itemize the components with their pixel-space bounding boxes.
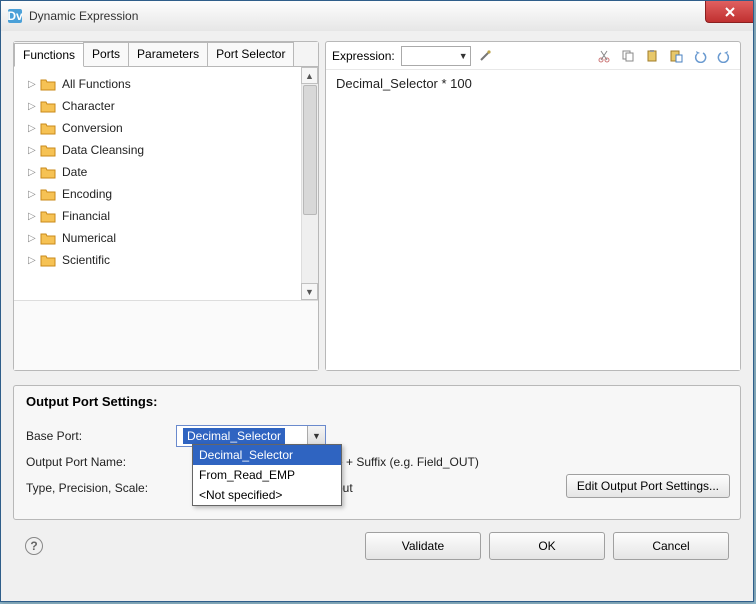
tree-item[interactable]: ▷Scientific: [18, 249, 297, 271]
tree-item[interactable]: ▷Character: [18, 95, 297, 117]
scroll-up-icon[interactable]: ▲: [301, 67, 318, 84]
tabstrip: Functions Ports Parameters Port Selector: [14, 42, 318, 67]
dropdown-option[interactable]: From_Read_EMP: [193, 465, 341, 485]
tree-item[interactable]: ▷Date: [18, 161, 297, 183]
expression-toolbar: Expression: ▼: [326, 42, 740, 70]
cut-icon[interactable]: [594, 46, 614, 66]
base-port-selected: Decimal_Selector: [183, 428, 285, 444]
expand-icon[interactable]: ▷: [28, 255, 38, 266]
base-port-label: Base Port:: [26, 429, 176, 443]
paste-icon[interactable]: [642, 46, 662, 66]
folder-icon: [40, 165, 56, 179]
app-icon: Dv: [7, 8, 23, 24]
folder-icon: [40, 143, 56, 157]
output-port-name-label: Output Port Name:: [26, 455, 176, 469]
folder-icon: [40, 231, 56, 245]
settings-heading: Output Port Settings:: [26, 394, 728, 409]
output-port-settings: Output Port Settings: Base Port: Decimal…: [13, 385, 741, 520]
tree-item[interactable]: ▷Numerical: [18, 227, 297, 249]
expand-icon[interactable]: ▷: [28, 101, 38, 112]
tree-item[interactable]: ▷Conversion: [18, 117, 297, 139]
expression-dropdown[interactable]: ▼: [401, 46, 471, 66]
help-icon[interactable]: ?: [25, 537, 43, 555]
window-title: Dynamic Expression: [29, 9, 138, 23]
functions-tree[interactable]: ▷All Functions ▷Character ▷Conversion ▷D…: [14, 67, 301, 300]
folder-icon: [40, 99, 56, 113]
copy-icon[interactable]: [618, 46, 638, 66]
scroll-thumb[interactable]: [303, 85, 317, 215]
expression-label: Expression:: [332, 49, 395, 63]
tree-item[interactable]: ▷Encoding: [18, 183, 297, 205]
dropdown-option[interactable]: Decimal_Selector: [193, 445, 341, 465]
type-precision-scale-label: Type, Precision, Scale:: [26, 481, 176, 495]
undo-icon[interactable]: [690, 46, 710, 66]
dynamic-expression-dialog: Dv Dynamic Expression Functions Ports Pa…: [0, 0, 754, 602]
validate-button[interactable]: Validate: [365, 532, 481, 560]
tree-scrollbar[interactable]: ▲ ▼: [301, 67, 318, 300]
folder-icon: [40, 253, 56, 267]
folder-icon: [40, 121, 56, 135]
ok-button[interactable]: OK: [489, 532, 605, 560]
expand-icon[interactable]: ▷: [28, 233, 38, 244]
paste-special-icon[interactable]: [666, 46, 686, 66]
expand-icon[interactable]: ▷: [28, 145, 38, 156]
tab-port-selector[interactable]: Port Selector: [207, 42, 294, 66]
expression-textarea[interactable]: Decimal_Selector * 100: [326, 70, 740, 370]
chevron-down-icon: ▼: [459, 51, 468, 61]
chevron-down-icon[interactable]: ▼: [307, 426, 325, 446]
tree-item[interactable]: ▷Financial: [18, 205, 297, 227]
folder-icon: [40, 209, 56, 223]
cancel-button[interactable]: Cancel: [613, 532, 729, 560]
folder-icon: [40, 77, 56, 91]
tab-ports[interactable]: Ports: [83, 42, 129, 66]
expand-icon[interactable]: ▷: [28, 79, 38, 90]
expand-icon[interactable]: ▷: [28, 211, 38, 222]
titlebar: Dv Dynamic Expression: [1, 1, 753, 31]
tab-functions[interactable]: Functions: [14, 43, 84, 67]
tree-item[interactable]: ▷All Functions: [18, 73, 297, 95]
tree-details-pane: [14, 300, 318, 370]
scroll-down-icon[interactable]: ▼: [301, 283, 318, 300]
expand-icon[interactable]: ▷: [28, 123, 38, 134]
close-button[interactable]: [705, 1, 753, 23]
dialog-footer: ? Validate OK Cancel: [13, 520, 741, 560]
base-port-dropdown-list[interactable]: Decimal_Selector From_Read_EMP <Not spec…: [192, 444, 342, 506]
redo-icon[interactable]: [714, 46, 734, 66]
expand-icon[interactable]: ▷: [28, 189, 38, 200]
output-port-name-value: e + Suffix (e.g. Field_OUT): [336, 455, 479, 469]
tree-item[interactable]: ▷Data Cleansing: [18, 139, 297, 161]
tab-parameters[interactable]: Parameters: [128, 42, 208, 66]
svg-text:Dv: Dv: [7, 9, 23, 23]
edit-output-port-settings-button[interactable]: Edit Output Port Settings...: [566, 474, 730, 498]
expand-icon[interactable]: ▷: [28, 167, 38, 178]
expression-panel: Expression: ▼ Decimal_Selector * 100: [325, 41, 741, 371]
dropdown-option[interactable]: <Not specified>: [193, 485, 341, 505]
left-panel: Functions Ports Parameters Port Selector…: [13, 41, 319, 371]
wand-icon[interactable]: [475, 46, 495, 66]
folder-icon: [40, 187, 56, 201]
